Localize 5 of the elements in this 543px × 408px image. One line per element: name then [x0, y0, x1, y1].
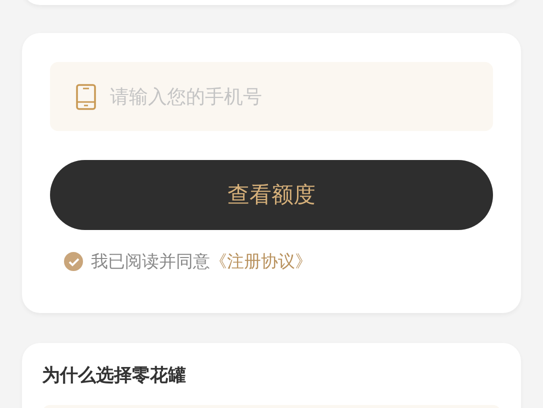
agree-checkbox[interactable]	[64, 252, 83, 271]
check-icon	[68, 256, 80, 266]
agreement-text: 我已阅读并同意	[91, 251, 210, 273]
section-title: 为什么选择零花罐	[42, 364, 187, 387]
view-limit-button[interactable]: 查看额度	[50, 160, 493, 230]
